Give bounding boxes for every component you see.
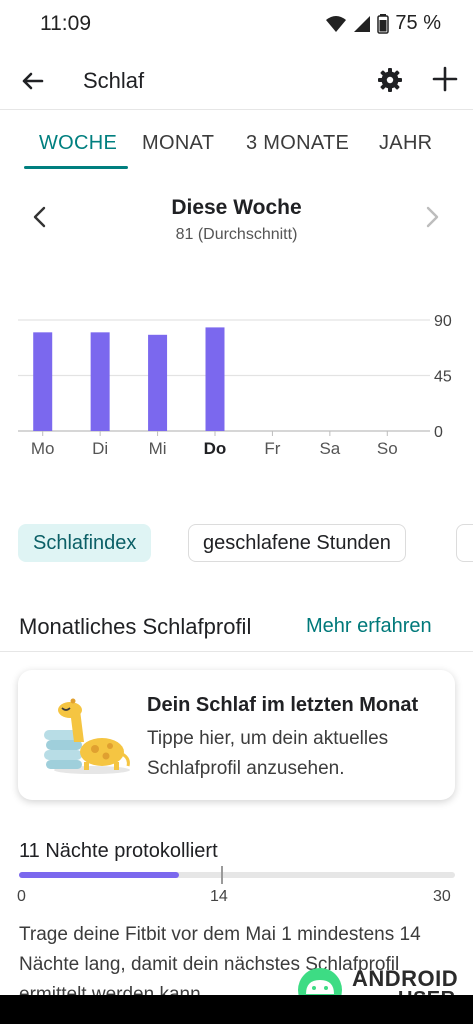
- period-title: Diese Woche: [171, 196, 302, 219]
- sleep-profile-card[interactable]: Dein Schlaf im letzten Monat Tippe hier,…: [18, 670, 455, 800]
- bar-chart: 0 45 90 Mo Di Mi Do Fr Sa So: [18, 313, 452, 458]
- period-tabs: WOCHE MONAT 3 MONATE JAHR: [0, 122, 473, 172]
- x-tick-label: Di: [92, 439, 108, 458]
- x-tick-label: Mi: [149, 439, 167, 458]
- card-title: Dein Schlaf im letzten Monat: [147, 694, 419, 716]
- sleep-score-chart: 0 45 90 Mo Di Mi Do Fr Sa So: [0, 300, 473, 470]
- tab-indicator: [24, 166, 128, 169]
- plus-icon: [432, 66, 458, 92]
- status-bar: 11:09 75 %: [0, 0, 473, 48]
- y-tick-label: 45: [434, 369, 452, 386]
- bar-mo[interactable]: [33, 332, 53, 431]
- next-period-button[interactable]: [420, 204, 444, 230]
- status-icons: 75 %: [325, 12, 441, 35]
- app-bar: Schlaf: [0, 52, 473, 110]
- learn-more-link[interactable]: Mehr erfahren: [306, 615, 432, 638]
- signal-icon: [354, 15, 371, 32]
- x-tick-label: Do: [204, 439, 227, 458]
- add-button[interactable]: [430, 64, 460, 94]
- nights-logged-label: 11 Nächte protokolliert: [19, 840, 218, 862]
- metric-chips: Schlafindex geschlafene Stunden: [0, 522, 473, 566]
- period-average: 81 (Durchschnitt): [175, 226, 298, 243]
- arrow-back-icon: [22, 72, 44, 90]
- bar-mi[interactable]: [148, 334, 168, 431]
- period-navigation: Diese Woche 81 (Durchschnitt): [0, 190, 473, 260]
- x-tick-label: Mo: [31, 439, 55, 458]
- tab-year[interactable]: JAHR: [379, 132, 432, 155]
- profile-section-header: Monatliches Schlafprofil Mehr erfahren: [0, 580, 473, 652]
- tab-3-months[interactable]: 3 MONATE: [246, 132, 349, 155]
- page-title: Schlaf: [83, 68, 145, 93]
- status-time: 11:09: [40, 12, 91, 35]
- settings-button[interactable]: [376, 66, 404, 94]
- x-tick-label: So: [377, 439, 398, 458]
- wifi-icon: [326, 15, 347, 32]
- x-tick-label: Sa: [319, 439, 340, 458]
- x-tick-label: Fr: [264, 439, 280, 458]
- system-nav-bar: [0, 995, 473, 1024]
- chevron-right-icon: [426, 206, 439, 228]
- progress-threshold-label: 14: [210, 888, 228, 905]
- y-tick-label: 0: [434, 424, 443, 441]
- bar-di[interactable]: [90, 332, 110, 431]
- battery-level: 75 %: [395, 12, 441, 34]
- bar-do[interactable]: [205, 327, 225, 431]
- progress-min-label: 0: [17, 888, 26, 905]
- progress-max-label: 30: [433, 888, 451, 905]
- battery-icon: [377, 13, 390, 34]
- chip-sleep-score[interactable]: Schlafindex: [18, 524, 152, 562]
- progress-threshold-marker: [221, 866, 223, 884]
- chip-more[interactable]: [456, 524, 473, 562]
- gear-icon: [378, 68, 402, 92]
- tab-week[interactable]: WOCHE: [39, 132, 117, 155]
- tab-month[interactable]: MONAT: [142, 132, 214, 155]
- card-description: Tippe hier, um dein aktuelles Schlafprof…: [147, 728, 389, 779]
- chip-hours-slept[interactable]: geschlafene Stunden: [188, 524, 406, 562]
- back-button[interactable]: [18, 66, 48, 96]
- giraffe-illustration-icon: [44, 698, 130, 774]
- nights-progress-fill: [19, 872, 179, 878]
- section-title: Monatliches Schlafprofil: [19, 614, 252, 639]
- y-tick-label: 90: [434, 313, 452, 330]
- nights-progress-bar: [19, 872, 455, 878]
